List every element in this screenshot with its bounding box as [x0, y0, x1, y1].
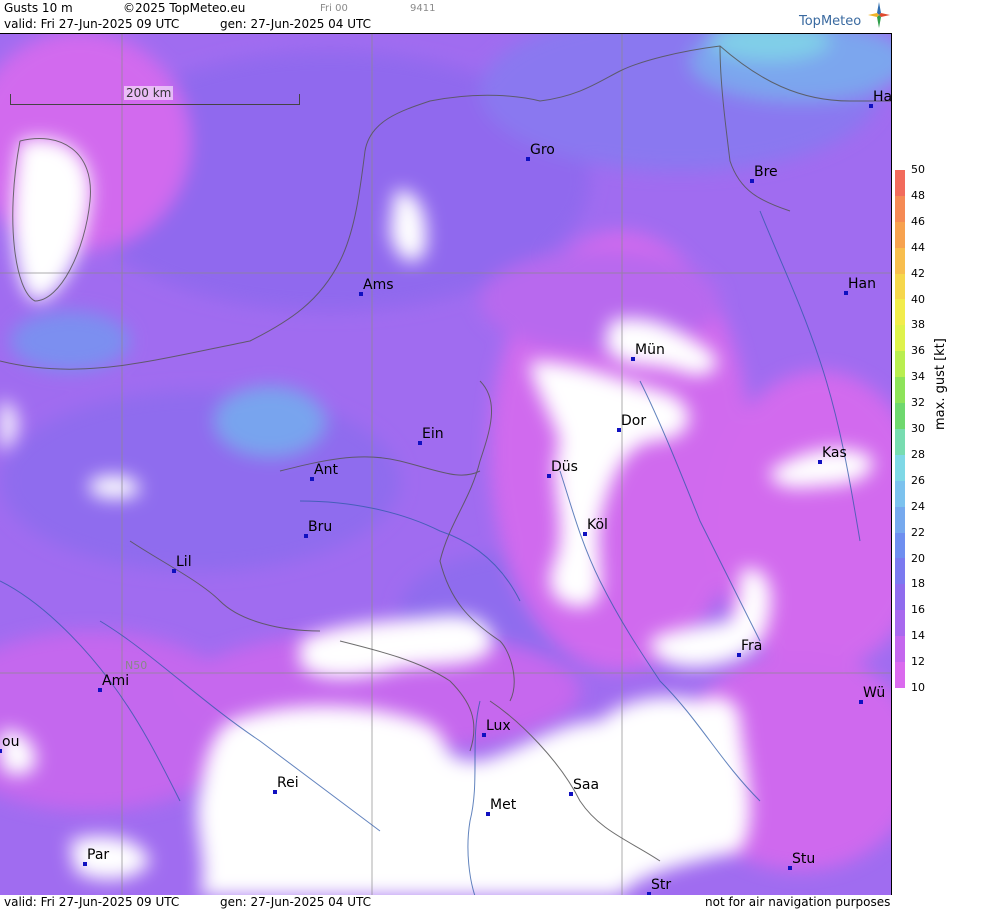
legend-tick-label: 28: [911, 447, 925, 461]
copyright-text: ©2025 TopMeteo.eu: [123, 1, 246, 15]
legend-swatch: [895, 221, 905, 248]
legend-swatch: [895, 351, 905, 378]
product-title: Gusts 10 m: [4, 1, 73, 15]
city-label: Han: [848, 276, 876, 292]
legend-tick-label: 50: [911, 163, 925, 176]
legend-tick-label: 26: [911, 473, 925, 487]
city-label: Dor: [621, 413, 647, 429]
valid-time: valid: Fri 27-Jun-2025 09 UTC: [4, 17, 180, 31]
legend-tick-label: 24: [911, 499, 925, 513]
legend-swatch: [895, 454, 905, 481]
legend-swatch: [895, 247, 905, 274]
legend-swatch: [895, 584, 905, 611]
legend-swatch: [895, 506, 905, 533]
city-label: Fra: [741, 638, 763, 654]
legend-swatch: [895, 636, 905, 663]
code-text: 9411: [410, 3, 436, 14]
legend-swatch: [895, 480, 905, 507]
legend-swatch: [895, 170, 905, 196]
city-label: Ams: [363, 277, 394, 293]
city-label: Lux: [486, 718, 511, 734]
legend-tick-label: 46: [911, 214, 925, 228]
legend-tick-label: 18: [911, 577, 925, 591]
legend-swatch: [895, 377, 905, 404]
city-label: Köl: [587, 517, 608, 533]
scale-label: 200 km: [124, 86, 174, 100]
legend-tick-label: 30: [911, 422, 925, 435]
city-label: Mün: [635, 342, 665, 358]
legend-tick-label: 42: [911, 266, 925, 280]
city-label: Met: [490, 797, 517, 813]
city-label: Wü: [863, 685, 886, 701]
disclaimer-text: not for air navigation purposes: [705, 895, 891, 909]
legend-swatch: [895, 428, 905, 455]
legend-swatch: [895, 325, 905, 352]
city-label: Rei: [277, 775, 299, 791]
legend-tick-label: 12: [911, 655, 925, 669]
legend-tick-label: 22: [911, 525, 925, 539]
legend-tick-label: 40: [911, 292, 925, 306]
legend-swatch: [895, 403, 905, 430]
legend-title: max. gust [kt]: [933, 338, 948, 430]
compass-logo-icon: [868, 2, 890, 28]
top-header: Gusts 10 m ©2025 TopMeteo.eu Fri 00 9411…: [0, 0, 893, 33]
legend-swatch: [895, 273, 905, 300]
city-label: ou: [2, 734, 20, 750]
gust-map[interactable]: N50 200 km Ha Gro Bre Ams Han Mün Dor Ein Kas Düs…: [0, 33, 892, 897]
legend-swatch: [895, 610, 905, 637]
legend-tick-label: 38: [911, 318, 925, 332]
legend-tick-label: 36: [911, 344, 925, 358]
legend-tick-label: 10: [911, 681, 925, 694]
city-label: Par: [87, 847, 110, 863]
city-label: Ant: [314, 462, 338, 478]
bottom-footer: valid: Fri 27-Jun-2025 09 UTC gen: 27-Ju…: [0, 895, 893, 909]
city-label: Bru: [308, 519, 333, 535]
city-label: Saa: [573, 777, 600, 793]
legend-tick-label: 32: [911, 396, 925, 410]
legend-swatch: [895, 195, 905, 222]
city-label: Ein: [422, 426, 444, 442]
legend-tick-label: 44: [911, 240, 925, 254]
city-label: Gro: [530, 142, 555, 158]
legend-tick-label: 16: [911, 603, 925, 617]
legend-swatch: [895, 532, 905, 559]
legend-tick-label: 48: [911, 188, 925, 202]
city-label: Stu: [792, 851, 816, 867]
city-label: Str: [651, 877, 672, 893]
topmeteo-logo: TopMeteo: [799, 14, 862, 29]
city-label: Ami: [102, 673, 130, 689]
color-legend: 50 48 46 44 42 40 38 36 34 32 30 28 26 24 22 20 18 16 14 12…: [893, 0, 983, 909]
city-label: Ha: [873, 89, 892, 105]
gen-time: gen: 27-Jun-2025 04 UTC: [220, 17, 372, 31]
ref-run-text: Fri 00: [320, 3, 348, 14]
legend-swatch: [895, 299, 905, 326]
city-label: Lil: [176, 554, 192, 570]
city-label: Düs: [551, 459, 578, 475]
footer-gen-time: gen: 27-Jun-2025 04 UTC: [220, 895, 372, 909]
city-label: Kas: [822, 445, 847, 461]
legend-swatch: [895, 662, 905, 688]
city-label: Bre: [754, 164, 778, 180]
legend-tick-label: 34: [911, 370, 925, 384]
legend-tick-label: 20: [911, 551, 925, 565]
footer-valid-time: valid: Fri 27-Jun-2025 09 UTC: [4, 895, 180, 909]
legend-tick-label: 14: [911, 629, 925, 643]
lat-label: N50: [125, 659, 147, 672]
legend-swatch: [895, 558, 905, 585]
